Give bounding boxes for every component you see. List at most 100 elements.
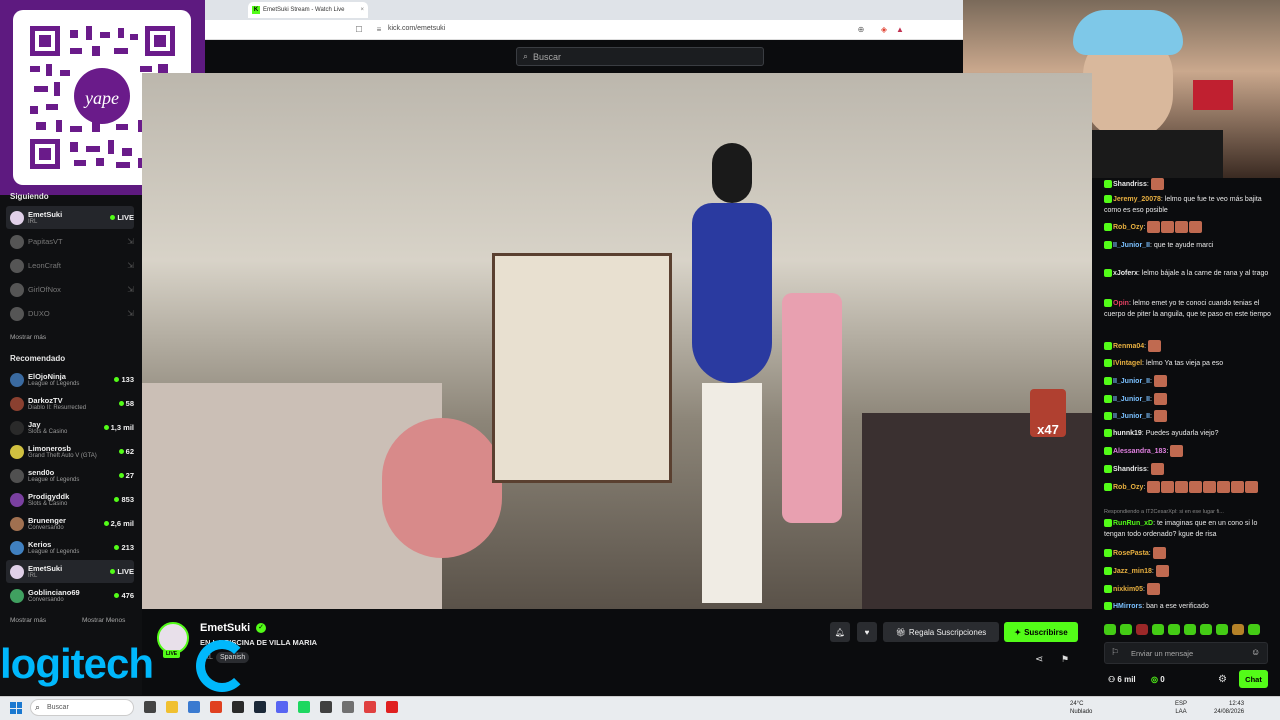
sidebar-item-prodigyddk[interactable]: Prodigyddk Slots & Casino 853 [6,488,134,511]
bookmark-icon[interactable]: ☐ [355,26,363,34]
sidebar-item-limonerosb[interactable]: Limonerosb Grand Theft Auto V (GTA) 62 [6,440,134,463]
emote-icon[interactable] [1120,624,1132,635]
recorder-icon[interactable] [386,701,398,713]
sidebar-item-emetsuki[interactable]: EmetSuki IRL LIVE [6,206,134,229]
chat-username[interactable]: RunRun_xD [1113,520,1153,527]
viewer-count: 2,6 mil [103,519,134,528]
emote-icon[interactable] [1136,624,1148,635]
chat-username[interactable]: II_Junior_II [1113,378,1150,385]
sidebar-item-duxo[interactable]: DUXO ⇲ [6,302,134,325]
viewer-count: 133 [114,375,134,384]
chat-send-button[interactable]: Chat [1239,670,1268,688]
emoji-picker-icon[interactable]: ☺ [1251,647,1260,657]
language-code: ESP [1175,701,1188,707]
zoom-icon[interactable]: ⊕ [857,26,865,34]
emote-icon[interactable] [1152,624,1164,635]
taskbar-search-input[interactable]: Buscar [30,699,134,716]
emote-icon[interactable] [1104,624,1116,635]
sidebar-item-kerios[interactable]: Kerios League of Legends 213 [6,536,134,559]
site-info-icon[interactable]: ≡ [375,26,383,34]
sidebar-item-girlofnox[interactable]: GirlOfNox ⇲ [6,278,134,301]
warning-icon[interactable]: ▲ [896,26,904,34]
language-layout: LAA [1175,709,1187,715]
sidebar-item-leoncraft[interactable]: LeonCraft ⇲ [6,254,134,277]
sidebar-item-goblinciano69[interactable]: Goblinciano69 Conversando 476 [6,584,134,607]
video-player[interactable]: x47 [142,73,1092,609]
sidebar-item-papitasvt[interactable]: PapitasVT ⇲ [6,230,134,253]
chat-username[interactable]: Alessandra_183 [1113,448,1166,455]
chat-emote-icon [1175,481,1189,493]
spotify-icon[interactable] [298,701,310,713]
chat-username[interactable]: II_Junior_II [1113,413,1150,420]
app-icon[interactable] [232,701,244,713]
settings-icon[interactable] [342,701,354,713]
notification-bell-button[interactable]: 🔔︎ [830,622,850,642]
streamlabs-icon[interactable] [364,701,376,713]
emote-icon[interactable] [1184,624,1196,635]
chat-settings-icon[interactable]: ⚙ [1218,674,1227,685]
chat-username[interactable]: II_Junior_II [1113,396,1150,403]
sidebar-item-emetsuki-recommended[interactable]: EmetSuki IRL LIVE [6,560,134,583]
subscribe-button[interactable]: ✦ Suscribirse [1004,622,1078,642]
chat-username[interactable]: Rob_Ozy [1113,484,1143,491]
emote-icon[interactable] [1248,624,1260,635]
gift-subs-button[interactable]: 🎁︎ Regala Suscripciones [883,622,999,642]
show-more-recommended-link[interactable]: Mostrar más [10,617,46,624]
obs-icon[interactable] [320,701,332,713]
chat-username[interactable]: IVintagel [1113,360,1142,367]
sidebar-item-elojoninja[interactable]: ElOjoNinja League of Legends 133 [6,368,134,391]
chat-emote-icon [1231,481,1245,493]
sidebar-item-jay[interactable]: Jay Slots & Casino 1,3 mil [6,416,134,439]
brave-shield-icon[interactable]: ◈ [880,26,888,34]
chat-settings-small-icon[interactable]: ⚐ [1111,647,1119,658]
taskbar-weather[interactable]: 24°C Nublado [1070,700,1092,716]
share-icon[interactable]: ⋖ [1035,654,1043,665]
chat-username[interactable]: Shandriss [1113,466,1147,473]
sidebar-item-send0o[interactable]: send0o League of Legends 27 [6,464,134,487]
taskbar-language[interactable]: ESP LAA [1175,700,1187,716]
file-explorer-icon[interactable] [166,701,178,713]
chat-username[interactable]: nixkim05 [1113,586,1143,593]
browser-address-bar[interactable] [205,20,963,40]
chat-message-input[interactable]: Enviar un mensaje [1104,642,1268,664]
follow-button[interactable]: ♥ [857,622,877,642]
chat-username[interactable]: HMirrors [1113,603,1142,610]
show-more-following-link[interactable]: Mostrar más [10,334,46,341]
show-less-link[interactable]: Mostrar Menos [82,617,125,624]
sidebar-item-darkoztv[interactable]: DarkozTV Diablo II: Resurrected 58 [6,392,134,415]
report-icon[interactable]: ⚑ [1061,654,1069,665]
edge-icon[interactable] [188,701,200,713]
steam-icon[interactable] [254,701,266,713]
emote-icon[interactable] [1232,624,1244,635]
streamer-name[interactable]: EmetSuki [200,622,250,634]
chat-username[interactable]: RosePasta [1113,550,1149,557]
brave-icon[interactable] [210,701,222,713]
chat-username[interactable]: Shandriss [1113,181,1147,188]
sidebar-item-label: ElOjoNinja [28,372,66,381]
taskbar-clock[interactable]: 12:43 24/08/2026 [1214,700,1244,716]
chat-username[interactable]: xJoferx [1113,270,1138,277]
emote-icon[interactable] [1200,624,1212,635]
chat-username[interactable]: Opin [1113,300,1129,307]
task-view-icon[interactable] [144,701,156,713]
viewer-count-chat: ⚇ 6 mil [1108,675,1136,684]
chat-username[interactable]: Jazz_min18 [1113,568,1152,575]
chat-username[interactable]: Renma04 [1113,343,1144,350]
sidebar-item-brunenger[interactable]: Brunenger Conversando 2,6 mil [6,512,134,535]
windows-start-icon[interactable] [10,702,22,714]
subscriber-badge-icon [1104,342,1112,350]
channel-points[interactable]: ◎ 0 [1151,675,1165,684]
emote-icon[interactable] [1216,624,1228,635]
discord-icon[interactable] [276,701,288,713]
emote-icon[interactable] [1168,624,1180,635]
chat-username[interactable]: Jeremy_20078 [1113,196,1161,203]
tab-close-icon[interactable]: × [360,7,364,13]
sidebar-item-label: send0o [28,468,55,477]
chat-emote-icon [1170,445,1184,457]
chat-username[interactable]: II_Junior_II [1113,242,1150,249]
chat-username[interactable]: hunnk19 [1113,430,1142,437]
browser-tab[interactable]: K EmetSuki Stream - Watch Live × [248,2,368,18]
kick-search-input[interactable]: ⌕ Buscar [516,47,764,66]
chat-username[interactable]: Rob_Ozy [1113,224,1143,231]
url-text[interactable]: kick.com/emetsuki [388,25,445,32]
